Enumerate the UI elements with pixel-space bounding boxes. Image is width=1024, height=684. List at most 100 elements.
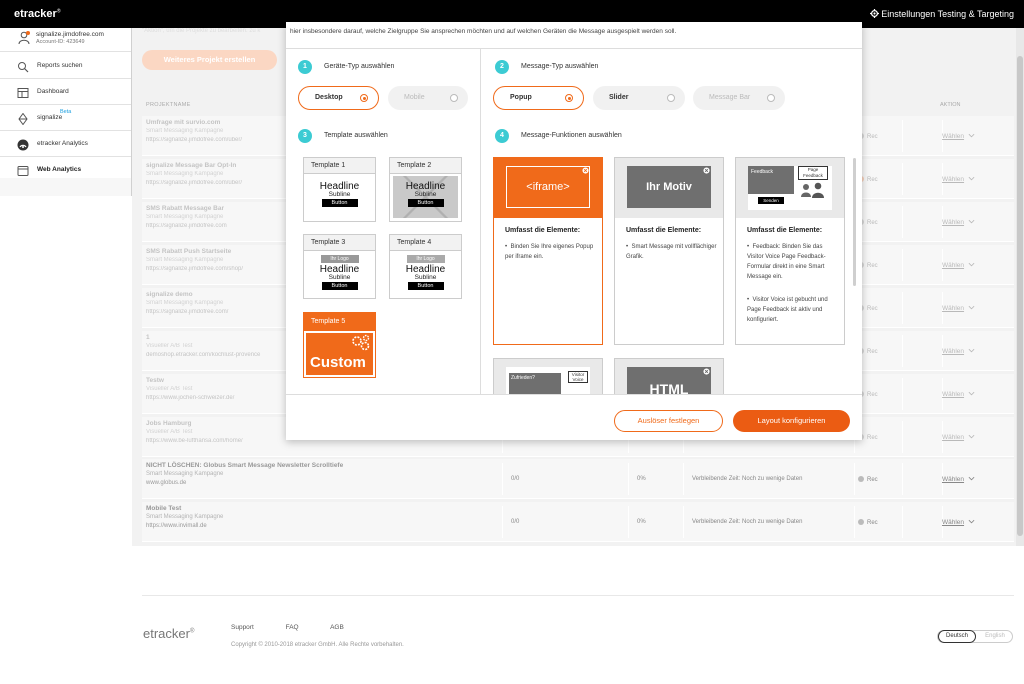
account-switcher[interactable]: signalize.jimdofree.com Account-ID: 4236… [0, 28, 131, 52]
footer-link-agb[interactable]: AGB [330, 624, 344, 631]
settings-link[interactable]: Einstellungen Testing & Targeting [870, 9, 1014, 19]
project-title: SMS Rabatt Message Bar [146, 205, 225, 212]
configure-layout-button[interactable]: Layout konfigurieren [733, 410, 850, 432]
language-english[interactable]: English [978, 631, 1012, 642]
footer-brand: etracker [143, 626, 190, 641]
template-1-card[interactable]: Template 1 Headline Subline Button [303, 157, 376, 222]
table-cell-divider [902, 378, 903, 410]
row-action-select[interactable]: Wählen [942, 391, 975, 398]
template-3-card[interactable]: Template 3 Ihr Logo Headline Subline But… [303, 234, 376, 299]
project-type: Smart Messaging Kampagne [146, 171, 224, 177]
table-cell-divider [902, 292, 903, 324]
brand-logo[interactable]: etracker® [14, 8, 61, 20]
function-feedback-card[interactable]: Feedback Page Feedback Senden Umfasst di… [735, 157, 845, 345]
template-logo: Ihr Logo [320, 255, 359, 263]
function-survey-card[interactable]: Zufrieden? Visitor Voice [493, 358, 603, 394]
action-label: Wählen [942, 262, 965, 269]
row-action-select[interactable]: Wählen [942, 219, 975, 226]
sidebar-more[interactable] [0, 178, 131, 196]
row-action-select[interactable]: Wählen [942, 348, 975, 355]
footer-link-support[interactable]: Support [231, 624, 254, 631]
cards-scrollbar[interactable] [853, 158, 856, 286]
table-cell-divider [628, 463, 629, 495]
user-avatar-icon [18, 31, 30, 45]
sidebar-item-dashboard[interactable]: Dashboard [0, 79, 131, 105]
project-url: https://www.invimall.de [146, 523, 207, 529]
scrollbar-thumb[interactable] [1017, 56, 1023, 536]
sidebar-item-label: etracker Analytics [37, 140, 88, 147]
device-desktop-option[interactable]: Desktop [298, 86, 379, 110]
sidebar-item-signalize[interactable]: signalize Beta [0, 105, 131, 131]
rec-label: Rec [867, 134, 878, 140]
template-name: Template 4 [390, 235, 461, 251]
action-label: Wählen [942, 133, 965, 140]
radio-selected-icon [360, 94, 368, 102]
row-action-select[interactable]: Wählen [942, 434, 975, 441]
template-subline: Subline [414, 274, 437, 281]
card-image: Ihr Motiv [615, 158, 723, 218]
action-label: Wählen [942, 348, 965, 355]
rec-label: Rec [867, 306, 878, 312]
project-type: Smart Messaging Kampagne [146, 257, 224, 263]
card-image: Zufrieden? Visitor Voice [494, 359, 602, 394]
function-motiv-card[interactable]: Ihr Motiv Umfasst die Elemente: • Smart … [614, 157, 724, 345]
row-action-select[interactable]: Wählen [942, 476, 975, 483]
template-preview: Custom [306, 333, 373, 375]
function-html-card[interactable]: HTML [614, 358, 724, 394]
card-title: Umfasst die Elemente: [747, 227, 823, 234]
row-action-select[interactable]: Wählen [942, 133, 975, 140]
table-cell-divider [628, 506, 629, 538]
table-cell-divider [854, 463, 855, 495]
rec-label: Rec [867, 220, 878, 226]
template-name: Template 5 [304, 313, 375, 331]
template-subline: Subline [414, 191, 437, 198]
row-action-select[interactable]: Wählen [942, 519, 975, 526]
survey-box: Zufrieden? [509, 373, 561, 394]
footer-link-faq[interactable]: FAQ [286, 624, 299, 631]
table-cell-divider [502, 463, 503, 495]
template-button: Button [407, 199, 444, 207]
project-type: Visueller A/B Test [146, 386, 193, 392]
card-title: Umfasst die Elemente: [505, 227, 581, 234]
project-title: Umfrage mit survio.com [146, 119, 221, 126]
rec-label: Rec [867, 392, 878, 398]
language-deutsch[interactable]: Deutsch [938, 630, 976, 643]
set-trigger-button[interactable]: Auslöser festlegen [614, 410, 723, 432]
function-iframe-card[interactable]: <iframe> Umfasst die Elemente: • Binden … [493, 157, 603, 345]
message-popup-option[interactable]: Popup [493, 86, 584, 110]
template-2-card[interactable]: Template 2 Headline Subline Button [389, 157, 462, 222]
template-button: Button [321, 199, 358, 207]
step-1-badge: 1 [298, 60, 312, 74]
table-row: NICHT LÖSCHEN: Globus Smart Message News… [142, 459, 1014, 499]
row-action-select[interactable]: Wählen [942, 176, 975, 183]
footer-logo: etracker® [143, 626, 194, 641]
device-mobile-option[interactable]: Mobile [388, 86, 468, 110]
message-bar-option[interactable]: Message Bar [693, 86, 785, 110]
template-5-card[interactable]: Template 5 Custom [303, 312, 376, 378]
chevron-down-icon [968, 476, 975, 481]
status-dot-icon [858, 519, 864, 525]
remaining-time: Verbleibende Zeit: Noch zu wenige Daten [692, 519, 803, 525]
card-bullet: • Binden Sie Ihre eigenes Popup per ifra… [505, 244, 594, 260]
brand-mark: ® [56, 8, 61, 15]
template-4-card[interactable]: Template 4 Ihr Logo Headline Subline But… [389, 234, 462, 299]
table-cell-divider [902, 421, 903, 453]
row-action-select[interactable]: Wählen [942, 305, 975, 312]
feedback-box: Feedback [748, 166, 794, 194]
row-action-select[interactable]: Wählen [942, 262, 975, 269]
dashboard-icon [17, 88, 29, 98]
template-preview: Headline Subline Button [307, 176, 372, 218]
radio-selected-icon [565, 94, 573, 102]
page-scrollbar[interactable] [1016, 28, 1024, 546]
option-label: Slider [609, 94, 629, 101]
message-slider-option[interactable]: Slider [593, 86, 685, 110]
card-bullet: • Smart Message mit vollflächiger Grafik… [626, 244, 717, 260]
close-icon [582, 167, 589, 174]
sidebar-item-reports-search[interactable]: Reports suchen [0, 53, 131, 79]
table-cell-divider [683, 506, 684, 538]
new-project-button[interactable]: Weiteres Projekt erstellen [142, 50, 277, 70]
settings-label: Einstellungen Testing & Targeting [881, 9, 1014, 19]
table-cell-divider [854, 506, 855, 538]
sidebar-item-etracker-analytics[interactable]: etracker Analytics [0, 131, 131, 157]
template-preview: Ihr Logo Headline Subline Button [307, 253, 372, 295]
